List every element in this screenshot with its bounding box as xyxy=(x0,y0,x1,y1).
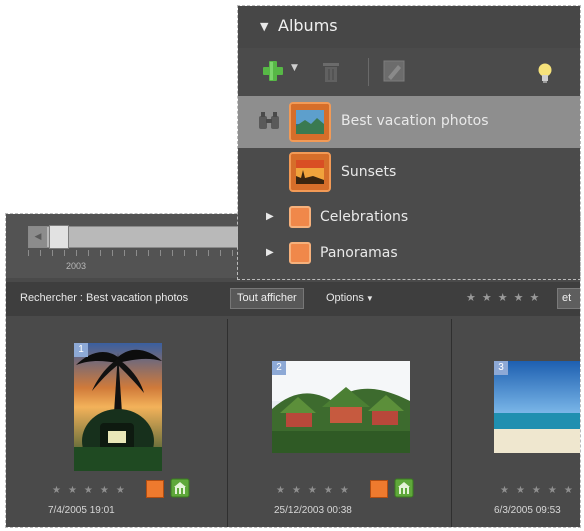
timeline-ticks xyxy=(28,250,248,256)
collapse-triangle-icon[interactable]: ▼ xyxy=(260,20,268,33)
album-icon xyxy=(170,478,190,498)
album-name: Best vacation photos xyxy=(341,113,489,129)
timeline-scroll-left-icon[interactable]: ◀ xyxy=(29,227,47,247)
albums-panel: ▼ Albums ▼ Best vacation photos Sunsets … xyxy=(237,5,581,280)
photo-date: 25/12/2003 00:38 xyxy=(274,505,352,516)
tip-lightbulb-icon[interactable] xyxy=(536,62,554,84)
photo-number: 2 xyxy=(272,361,286,375)
rating-condition-select[interactable]: et xyxy=(557,288,580,309)
albums-toolbar: ▼ xyxy=(238,50,580,92)
chevron-down-icon: ▼ xyxy=(365,294,374,303)
star-rating[interactable]: ★★★★★ xyxy=(52,485,132,496)
albums-header[interactable]: ▼ Albums xyxy=(238,6,580,48)
albums-title: Albums xyxy=(278,16,338,35)
photo-image xyxy=(272,361,410,453)
edit-pencil-icon[interactable] xyxy=(383,60,405,82)
album-item-celebrations[interactable]: ▶ Celebrations xyxy=(238,202,580,234)
timeline-year-label: 2003 xyxy=(66,261,87,271)
timeline-track[interactable]: ◀ xyxy=(28,225,268,249)
album-name: Celebrations xyxy=(320,209,409,225)
timeline-handle[interactable] xyxy=(49,225,69,249)
photo-thumbnail[interactable]: 2 xyxy=(272,361,410,453)
album-item-sunsets[interactable]: Sunsets xyxy=(238,148,580,198)
album-thumbnail xyxy=(289,102,331,142)
album-group-icon xyxy=(289,206,311,228)
options-button[interactable]: Options ▼ xyxy=(326,292,374,304)
photo-thumbnail[interactable]: 1 xyxy=(74,343,162,471)
add-album-plus-icon[interactable] xyxy=(260,60,286,82)
delete-trash-icon[interactable] xyxy=(320,60,342,84)
tag-icon xyxy=(370,480,388,498)
tag-icon xyxy=(146,480,164,498)
photo-grid: 1 ★★★★★ 7/4/2005 19:01 2 ★★★★★ 25/12/200… xyxy=(6,319,580,527)
album-name: Sunsets xyxy=(341,164,397,180)
search-label: Rechercher : Best vacation photos xyxy=(20,292,189,304)
photo-thumbnail[interactable]: 3 xyxy=(494,361,580,453)
album-icon xyxy=(394,478,414,498)
album-name: Panoramas xyxy=(320,245,398,261)
toolbar-divider xyxy=(368,58,369,86)
photo-cell[interactable]: 3 ★★★★★ 6/3/2005 09:53 xyxy=(454,319,580,527)
photo-cell[interactable]: 1 ★★★★★ 7/4/2005 19:01 xyxy=(6,319,228,527)
star-rating[interactable]: ★★★★★ xyxy=(500,485,580,496)
expand-triangle-icon[interactable]: ▶ xyxy=(266,247,274,258)
album-item-panoramas[interactable]: ▶ Panoramas xyxy=(238,238,580,270)
star-rating-filter[interactable]: ★★★★★ xyxy=(466,291,545,304)
expand-triangle-icon[interactable]: ▶ xyxy=(266,211,274,222)
photo-number: 3 xyxy=(494,361,508,375)
search-bar: Rechercher : Best vacation photos Tout a… xyxy=(6,282,580,316)
binoculars-icon[interactable] xyxy=(258,111,280,131)
photo-image xyxy=(74,343,162,471)
photo-number: 1 xyxy=(74,343,88,357)
album-item-best-vacation-photos[interactable]: Best vacation photos xyxy=(238,96,580,148)
album-thumbnail xyxy=(289,152,331,192)
album-group-icon xyxy=(289,242,311,264)
photo-date: 6/3/2005 09:53 xyxy=(494,505,561,516)
add-menu-chevron-down-icon[interactable]: ▼ xyxy=(291,63,298,73)
star-rating[interactable]: ★★★★★ xyxy=(276,485,356,496)
options-label: Options xyxy=(326,292,364,304)
photo-cell[interactable]: 2 ★★★★★ 25/12/2003 00:38 xyxy=(230,319,452,527)
photo-date: 7/4/2005 19:01 xyxy=(48,505,115,516)
show-all-button[interactable]: Tout afficher xyxy=(230,288,304,309)
